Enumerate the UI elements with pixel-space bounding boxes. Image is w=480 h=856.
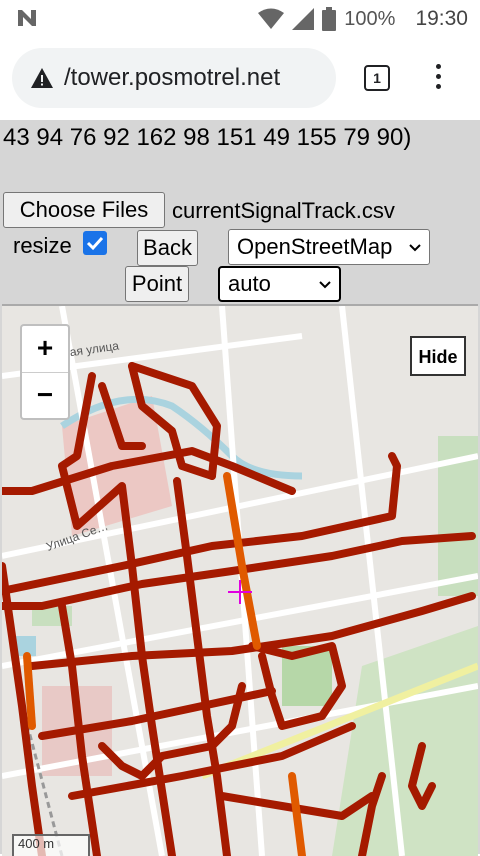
browser-toolbar: /tower.posmotrel.net 1: [0, 38, 480, 120]
choose-files-button[interactable]: Choose Files: [3, 192, 165, 228]
map-source-select[interactable]: OpenStreetMap: [228, 229, 430, 265]
map-view[interactable]: …жная улица Улица Се… + − Hide 400 m: [2, 304, 478, 856]
page-content: 43 94 76 92 162 98 151 49 155 79 90) Cho…: [0, 120, 480, 856]
map-canvas[interactable]: …жная улица Улица Се…: [2, 306, 478, 856]
hide-button[interactable]: Hide: [410, 336, 466, 376]
address-bar[interactable]: /tower.posmotrel.net: [12, 48, 336, 108]
map-source-value: OpenStreetMap: [237, 234, 393, 259]
signal-icon: [292, 8, 315, 30]
zoom-out-button[interactable]: −: [22, 373, 68, 419]
point-button[interactable]: Point: [125, 266, 189, 302]
url-text[interactable]: /tower.posmotrel.net: [64, 64, 280, 92]
tab-switcher-button[interactable]: 1: [364, 65, 390, 91]
chevron-down-icon: [319, 281, 331, 289]
resize-checkbox[interactable]: [83, 231, 107, 255]
park-area: [332, 626, 478, 856]
mode-select[interactable]: auto: [218, 266, 341, 302]
map-scale: 400 m: [12, 834, 90, 856]
zoom-in-button[interactable]: +: [22, 326, 68, 373]
chevron-down-icon: [409, 244, 421, 252]
mode-value: auto: [228, 271, 271, 296]
clock: 19:30: [415, 7, 468, 30]
notification-icon: [18, 10, 36, 26]
wifi-icon: [258, 8, 285, 29]
battery-icon: [322, 7, 337, 31]
resize-label: resize: [13, 233, 72, 258]
status-bar: 100% 19:30: [0, 0, 480, 38]
checkmark-icon: [86, 236, 104, 251]
overflow-menu-icon[interactable]: [430, 64, 446, 94]
data-text: 43 94 76 92 162 98 151 49 155 79 90): [3, 124, 412, 151]
warning-icon[interactable]: [30, 67, 54, 89]
battery-percent: 100%: [344, 7, 396, 30]
selected-filename: currentSignalTrack.csv: [172, 198, 395, 223]
back-button[interactable]: Back: [137, 230, 198, 266]
zoom-control: + −: [20, 324, 70, 420]
